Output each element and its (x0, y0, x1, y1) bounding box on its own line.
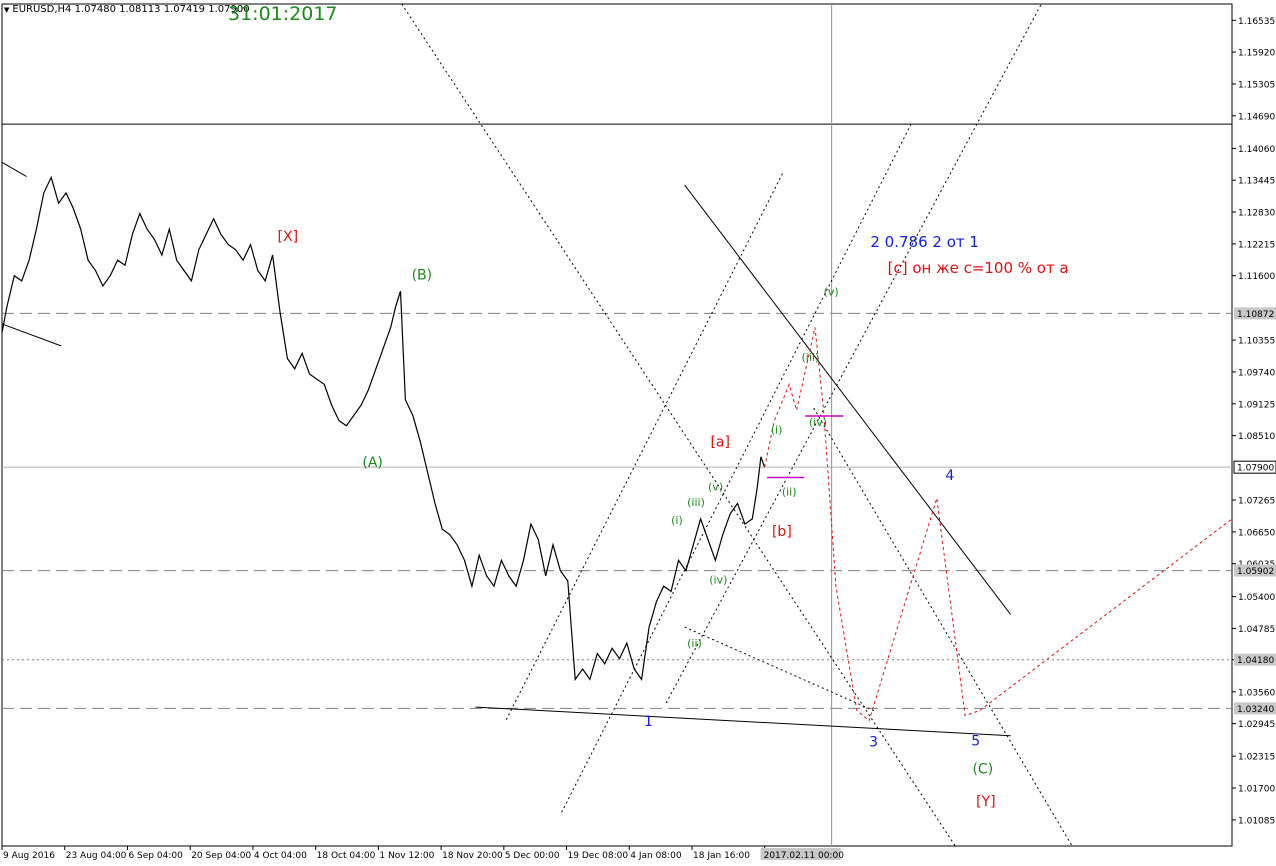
wave-label: (v) (708, 480, 723, 493)
price-level-tag-text: 1.05902 (1237, 567, 1274, 577)
wave-label: (iv) (709, 574, 727, 587)
price-level-tag-text: 1.07900 (1237, 464, 1274, 474)
wave-label: 2 0.786 2 от 1 (870, 233, 979, 251)
x-tick-label: 1 Nov 12:00 (379, 851, 434, 861)
wave-label: (iii) (802, 351, 820, 364)
wave-label: [a] (710, 434, 730, 450)
x-tick-label: 4 Jan 08:00 (630, 851, 682, 861)
x-tick-label: 4 Oct 04:00 (254, 851, 307, 861)
wave-label: [c] он же c=100 % от a (888, 259, 1069, 277)
wave-label: 4 (945, 468, 954, 484)
wave-label: (v) (824, 285, 839, 298)
wave-label: [b] (772, 524, 792, 540)
y-tick-label: 1.08510 (1238, 432, 1275, 442)
wave-label: (A) (362, 455, 383, 471)
wave-label: (i) (671, 514, 683, 527)
wave-label: (iii) (687, 496, 705, 509)
wave-label: [X] (278, 229, 299, 245)
y-tick-label: 1.07265 (1238, 497, 1275, 507)
y-tick-label: 1.04785 (1238, 625, 1275, 635)
y-tick-label: 1.13445 (1238, 177, 1275, 187)
y-tick-label: 1.03560 (1238, 688, 1275, 698)
collapse-triangle-icon[interactable]: ▼ (4, 6, 9, 14)
price-chart[interactable]: 1.16535 1.15920 1.15305 1.14690 1.14060 1.134… (0, 0, 1276, 866)
y-tick-label: 1.06650 (1238, 528, 1275, 538)
wave-label: 5 (971, 734, 980, 750)
x-tick-label: 9 Aug 2016 (3, 851, 55, 861)
y-tick-label: 1.11600 (1238, 272, 1275, 282)
price-level-tag-text: 1.03240 (1237, 705, 1274, 715)
wave-label: [Y] (976, 794, 995, 810)
x-tick-label: 6 Sep 04:00 (128, 851, 183, 861)
y-tick-label: 1.10355 (1238, 337, 1275, 347)
y-tick-label: 1.12830 (1238, 209, 1275, 219)
x-tick-label: 19 Dec 08:00 (568, 851, 629, 861)
wave-label: (C) (972, 762, 993, 778)
high-price: 1.08113 (119, 4, 161, 15)
plot-frame (1, 3, 1233, 847)
x-tick-label: 23 Aug 04:00 (66, 851, 127, 861)
y-tick-label: 1.05400 (1238, 593, 1275, 603)
y-tick-label: 1.09125 (1238, 400, 1275, 410)
x-tick-label: 2017.02.11 00:00 (764, 851, 845, 861)
wave-label: (B) (412, 267, 433, 283)
low-price: 1.07419 (163, 4, 206, 15)
symbol-name: EURUSD,H4 (12, 4, 72, 15)
x-tick-label: 5 Dec 00:00 (505, 851, 560, 861)
y-tick-label: 1.14690 (1238, 112, 1275, 122)
price-level-tag-text: 1.04180 (1237, 656, 1274, 666)
wave-label: 3 (869, 735, 878, 751)
wave-label: (ii) (782, 486, 797, 499)
y-tick-label: 1.12215 (1238, 240, 1275, 250)
y-tick-label: 1.14060 (1238, 145, 1275, 155)
y-tick-label: 1.16535 (1238, 17, 1275, 27)
y-tick-label: 1.15305 (1238, 80, 1275, 90)
x-tick-label: 18 Oct 04:00 (317, 851, 376, 861)
x-tick-label: 18 Jan 16:00 (693, 851, 750, 861)
wave-label: 1 (644, 714, 653, 730)
y-tick-label: 1.01085 (1238, 816, 1275, 826)
y-tick-label: 1.09740 (1238, 368, 1275, 378)
date-stamp: 31:01:2017 (228, 3, 338, 25)
wave-label: (ii) (687, 637, 702, 650)
wave-label: (i) (771, 424, 783, 437)
wave-label: (iv) (809, 416, 827, 429)
y-tick-label: 1.15920 (1238, 49, 1275, 59)
symbol-header: ▼ EURUSD,H4 1.07480 1.08113 1.07419 1.079… (4, 4, 250, 15)
x-tick-label: 20 Sep 04:00 (191, 851, 251, 861)
price-level-tag-text: 1.10872 (1237, 310, 1274, 320)
open-price: 1.07480 (74, 4, 116, 15)
y-tick-label: 1.02315 (1238, 753, 1275, 763)
y-tick-label: 1.01700 (1238, 785, 1275, 795)
y-tick-label: 1.02945 (1238, 720, 1275, 730)
x-tick-label: 18 Nov 20:00 (442, 851, 503, 861)
